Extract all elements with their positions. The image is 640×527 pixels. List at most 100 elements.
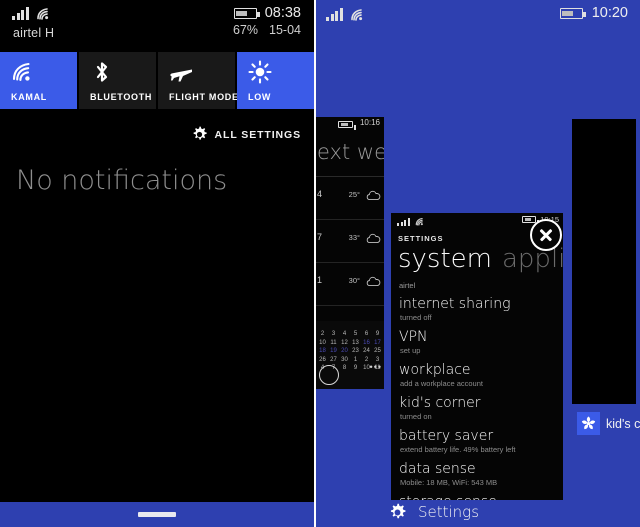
settings-item-battery-saver[interactable]: battery saver extend battery life. 49% b… [399,428,563,455]
signal-bars-icon [326,8,343,21]
weather-row[interactable]: 7 33° [316,220,384,263]
quick-action-label: KAMAL [11,92,47,102]
settings-item-title: kid's corner [399,395,481,411]
clock-time: 10:16 [359,118,380,127]
battery-icon [338,121,356,130]
settings-item-subtitle: add a workplace account [400,379,483,388]
kids-corner-label: kid's c [606,416,640,431]
kids-corner-icon [577,412,600,435]
calendar-day[interactable]: 18 [317,347,328,356]
carrier-label: airtel H [13,26,55,40]
calendar-day[interactable]: 5 [350,330,361,339]
quick-action-label: FLIGHT MODE [169,92,239,102]
weather-row[interactable]: 4 25° [316,177,384,220]
calendar-day[interactable]: 20 [339,347,350,356]
weather-card-status-bar: 10:16 [316,117,384,134]
calendar-day[interactable]: 26 [317,356,328,365]
calendar-day[interactable]: 16 [361,339,372,348]
all-settings-button[interactable]: ALL SETTINGS [191,126,301,143]
gear-icon [390,503,406,518]
weather-day: 7 [317,232,323,242]
quick-action-flight-mode[interactable]: FLIGHT MODE [158,52,238,109]
task-card-blank[interactable] [572,119,636,404]
settings-task-label: Settings [418,503,480,521]
task-card-settings[interactable]: 10:15 SETTINGS system applica airtel int… [391,213,563,500]
settings-item-vpn[interactable]: VPN set up [399,329,563,356]
quick-actions-row: KAMAL BLUETOOTH FLIGHT MODE LOW [0,52,314,109]
calendar-day[interactable]: 12 [339,339,350,348]
calendar-day[interactable]: 27 [328,356,339,365]
right-status-icons [326,8,367,21]
cloud-icon [366,190,381,201]
all-settings-row: ALL SETTINGS [0,109,314,159]
wifi-icon [350,9,362,21]
settings-item-subtitle: extend battery life. 49% battery left [400,445,516,454]
all-settings-label: ALL SETTINGS [214,128,301,141]
calendar-day[interactable]: 8 [339,364,350,373]
calendar-app-icon [319,365,339,385]
left-status-right: 08:38 67% 15-04 [233,5,301,37]
kids-corner-item[interactable]: kid's c [572,407,640,440]
quick-action-wifi[interactable]: KAMAL [0,52,77,109]
brightness-icon [248,60,272,84]
close-icon[interactable] [530,219,562,251]
task-card-weather[interactable]: 10:16 ext wee 4 25° 7 33° 1 30° [316,117,384,389]
settings-item-data-sense[interactable]: data sense Mobile: 18 MB, WiFi: 543 MB [399,461,563,488]
action-center-panel: airtel H 08:38 67% 15-04 KAMAL BLUETOOTH… [0,0,314,527]
settings-card-status-icons [397,217,426,226]
calendar-day[interactable]: 19 [328,347,339,356]
settings-item-workplace[interactable]: workplace add a workplace account [399,362,563,389]
settings-item-subtitle: set up [400,346,421,355]
calendar-day[interactable]: 1 [350,356,361,365]
screenshot-root: airtel H 08:38 67% 15-04 KAMAL BLUETOOTH… [0,0,640,527]
calendar-day[interactable]: 25 [372,347,383,356]
settings-item-title: internet sharing [399,296,511,312]
calendar-day[interactable]: 11 [328,339,339,348]
calendar-day[interactable]: 3 [328,330,339,339]
weather-row[interactable]: 1 30° [316,263,384,306]
left-status-icons [12,7,53,20]
settings-item-kids-corner[interactable]: kid's corner turned on [399,395,563,422]
weather-temp: 33° [348,233,360,242]
pivot-tab-system[interactable]: system [398,244,492,274]
settings-item-subtitle: Mobile: 18 MB, WiFi: 543 MB [400,478,498,487]
calendar-day[interactable]: 2 [317,330,328,339]
settings-item-subtitle: turned on [400,412,432,421]
wifi-icon [415,218,423,226]
settings-item-title: VPN [399,329,428,345]
date-label: 15-04 [269,23,301,37]
signal-bars-icon [12,7,29,20]
weather-temp: 30° [348,276,360,285]
bluetooth-icon [90,60,114,84]
quick-action-brightness[interactable]: LOW [237,52,314,109]
calendar-day[interactable]: 9 [372,330,383,339]
settings-task-label-row[interactable]: Settings [316,497,640,527]
battery-icon [522,216,540,225]
signal-bars-icon [397,218,410,226]
calendar-day[interactable]: 17 [372,339,383,348]
calendar-day[interactable]: 6 [361,330,372,339]
quick-action-label: LOW [248,92,272,102]
wifi-icon [11,60,35,84]
weather-temp: 25° [348,190,360,199]
calendar-day[interactable]: 23 [350,347,361,356]
settings-item-title: data sense [399,461,476,477]
settings-item-title: workplace [399,362,471,378]
calendar-day[interactable]: 9 [350,364,361,373]
calendar-day[interactable]: 24 [361,347,372,356]
weather-hero-text: ext wee [317,140,384,164]
no-notifications-text: No notifications [16,165,228,196]
clock-time: 10:20 [591,5,628,21]
settings-item-internet-sharing[interactable]: internet sharing turned off [399,296,563,323]
more-options-icon[interactable]: ••• [370,362,382,372]
calendar-day[interactable]: 13 [350,339,361,348]
settings-carrier-label: airtel [399,281,416,290]
settings-item-title: battery saver [399,428,494,444]
home-indicator[interactable] [138,512,176,517]
calendar-day[interactable]: 4 [339,330,350,339]
quick-action-bluetooth[interactable]: BLUETOOTH [79,52,156,109]
calendar-day[interactable]: 10 [317,339,328,348]
calendar-widget[interactable]: 2 3 4 5 6 9 10 11 12 13 16 17 18 19 20 23 24 25 26 27 30 1 2 3 4… [316,321,384,389]
left-bottom-bar [0,502,314,527]
calendar-day[interactable]: 30 [339,356,350,365]
